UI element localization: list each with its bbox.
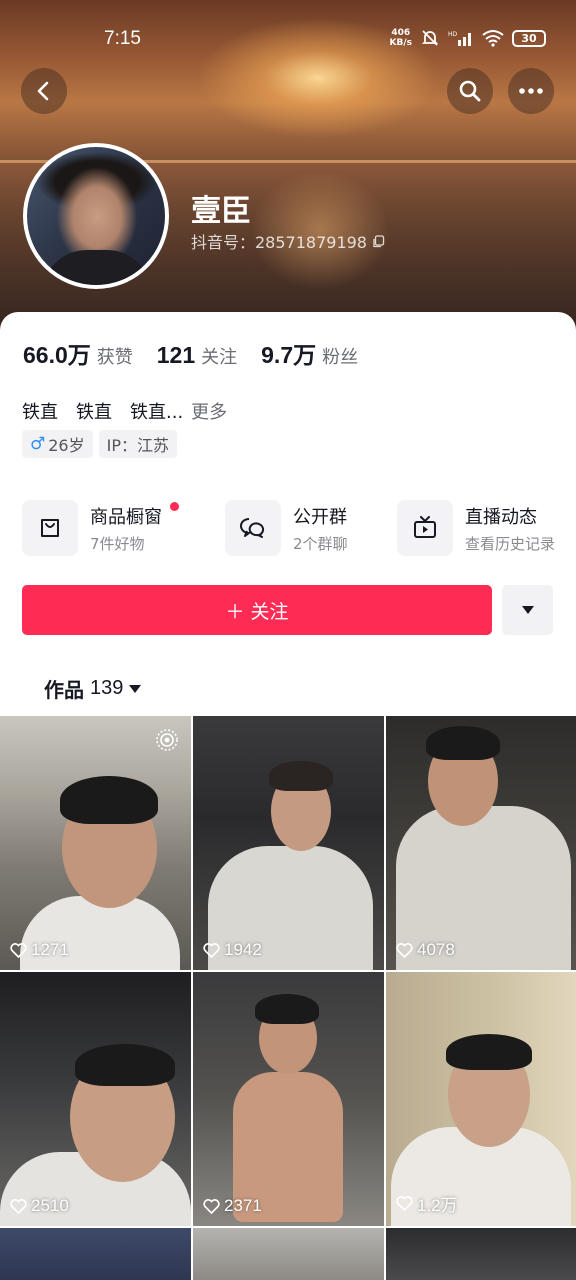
video-thumbnail[interactable]: 2371 [193,972,384,1226]
video-thumbnail[interactable]: 1.2万 [386,972,576,1226]
avatar-shirt [42,250,152,285]
profile-name: 壹臣 [191,194,251,229]
chat-bubbles-icon [225,500,281,556]
avatar[interactable] [23,143,169,289]
stats-row: 66.0万 获赞 121 关注 9.7万 粉丝 [23,336,382,370]
video-thumbnail[interactable] [0,1228,191,1280]
video-likes: 1271 [10,940,69,960]
service-live-history[interactable]: 直播动态 查看历史记录 [397,500,555,556]
video-likes: 1942 [203,940,262,960]
video-thumbnail[interactable]: 2510 [0,972,191,1226]
status-time: 7:15 [104,28,141,49]
copy-icon[interactable] [372,234,385,248]
heart-icon [10,942,27,958]
stat-following-label[interactable]: 关注 [201,343,237,369]
wifi-icon [482,30,504,47]
bio-item: 铁直... [130,402,184,423]
service-shop-window[interactable]: 商品橱窗 7件好物 [22,500,179,556]
tv-icon [397,500,453,556]
service-title: 直播动态 [465,506,537,528]
male-icon: ♂ [30,434,46,454]
net-speed: 406 KB/s [389,28,412,48]
bio-item: 铁直 [22,402,58,423]
tab-works[interactable]: 作品 139 [44,674,142,703]
douyin-id: 抖音号：2857187919​8 [191,233,367,252]
video-thumbnail[interactable]: 1942 [193,716,384,970]
stat-followers-value[interactable]: 9.7万 [261,336,316,370]
profile-tags: ♂ 26岁 IP：江苏 [22,430,177,458]
stat-following-value[interactable]: 121 [157,342,195,369]
bio-more-link[interactable]: 更多 [191,398,227,424]
video-likes: 1.2万 [396,1191,458,1216]
signal-icon: HD [448,31,471,46]
video-thumbnail[interactable] [193,1228,384,1280]
more-options-button[interactable] [508,68,554,114]
back-button[interactable] [21,68,67,114]
gender-age-tag: ♂ 26岁 [22,430,93,458]
service-title: 商品橱窗 [90,506,162,528]
ip-tag: IP：江苏 [98,430,177,458]
more-dropdown-button[interactable] [502,585,553,635]
douyin-id-row[interactable]: 抖音号：2857187919​8 [191,229,385,253]
ip-text: IP：江苏 [106,436,169,455]
live-broadcast-icon [156,729,178,751]
bio-item: 铁直 [76,402,112,423]
heart-icon [203,942,220,958]
video-thumbnail[interactable] [386,1228,576,1280]
video-thumbnail[interactable]: 4078 [386,716,576,970]
services-row: 商品橱窗 7件好物 公开群 2个群聊 直播动态 查看历史记录 [22,500,562,560]
stat-followers-label[interactable]: 粉丝 [322,343,358,369]
notification-dot [170,502,179,511]
works-count: 139 [90,677,124,699]
profile-sheet: 66.0万 获赞 121 关注 9.7万 粉丝 铁直 铁直 铁直... 更多 ♂… [0,312,576,1280]
service-subtitle: 2个群聊 [293,534,348,553]
mute-bell-icon [421,30,439,46]
follow-button[interactable]: ＋ 关注 [22,585,492,635]
chevron-left-icon [37,81,49,101]
heart-icon [10,1198,27,1214]
heart-icon [203,1198,220,1214]
search-button[interactable] [447,68,493,114]
search-icon [459,80,481,102]
caret-down-icon [129,684,142,693]
video-thumbnail[interactable]: 1271 [0,716,191,970]
stat-likes-value[interactable]: 66.0万 [23,336,91,370]
video-likes: 2371 [203,1196,262,1216]
status-indicators: 406 KB/s HD 30 [390,28,546,48]
works-label: 作品 [44,678,84,702]
heart-icon [396,942,413,958]
service-subtitle: 查看历史记录 [465,534,556,553]
stat-likes-label[interactable]: 获赞 [97,343,133,369]
bio: 铁直 铁直 铁直... 更多 [22,398,227,424]
status-bar: 7:15 406 KB/s HD 30 [0,24,576,58]
service-public-group[interactable]: 公开群 2个群聊 [225,500,348,556]
heart-icon [396,1196,413,1211]
age-text: 26岁 [48,436,85,455]
caret-down-icon [521,606,534,614]
battery-indicator: 30 [512,29,546,47]
video-likes: 2510 [10,1196,69,1216]
video-likes: 4078 [396,940,455,960]
shopping-bag-icon [22,500,78,556]
service-subtitle: 7件好物 [90,534,145,553]
ellipsis-icon [519,88,543,94]
svg-text:HD: HD [448,31,458,38]
service-title: 公开群 [293,506,347,528]
